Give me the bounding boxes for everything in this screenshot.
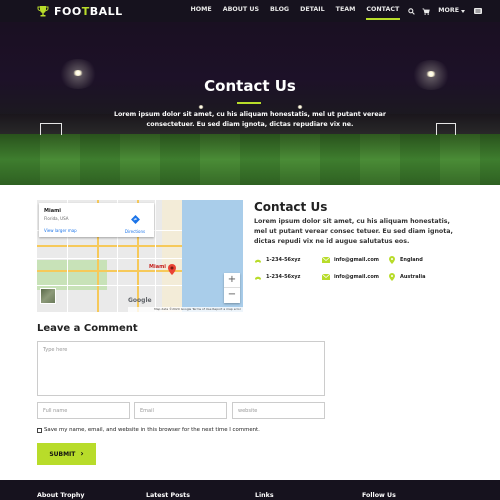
location-pin-icon: [388, 273, 396, 281]
save-info-row: Save my name, email, and website in this…: [37, 427, 260, 433]
footer-heading-links: Links: [255, 492, 274, 499]
search-icon[interactable]: [405, 0, 419, 22]
contact-description: Lorem ipsum dolor sit amet, cu his aliqu…: [254, 218, 453, 245]
nav-detail[interactable]: DETAIL: [295, 0, 331, 22]
nav-more-label: MORE: [438, 7, 460, 14]
stadium-light: [297, 105, 303, 109]
nav-about-us[interactable]: ABOUT US: [217, 0, 264, 22]
save-info-checkbox[interactable]: [37, 427, 42, 433]
directions-icon: [130, 215, 140, 224]
submit-button[interactable]: SUBMIT ›: [37, 443, 96, 465]
contact-email: info@gmail.com: [322, 273, 379, 281]
phone-icon: [254, 273, 262, 281]
contact-location: England: [388, 256, 423, 264]
contact-email: info@gmail.com: [322, 256, 379, 264]
save-info-label: Save my name, email, and website in this…: [44, 427, 260, 433]
stadium-light: [72, 70, 84, 76]
directions-button[interactable]: Directions: [121, 209, 149, 234]
top-navbar: FOOTBALL HOME ABOUT US BLOG DETAIL TEAM …: [0, 0, 500, 22]
nav-blog[interactable]: BLOG: [264, 0, 294, 22]
phone-number: 1-234-56xyz: [266, 274, 301, 280]
location-pin-icon: [388, 256, 396, 264]
nav-home[interactable]: HOME: [185, 0, 217, 22]
chevron-right-icon: ›: [80, 449, 84, 458]
hero-banner: Contact Us Lorem ipsum dolor sit amet, c…: [0, 22, 500, 185]
map-street: [37, 285, 182, 286]
trophy-icon: [37, 6, 49, 17]
brand-name: FOOTBALL: [54, 4, 123, 18]
chevron-down-icon: [461, 9, 466, 13]
stadium-light: [198, 105, 204, 109]
view-larger-map-link[interactable]: View larger map: [44, 228, 77, 233]
submit-label: SUBMIT: [49, 450, 76, 458]
goal-post: [436, 123, 456, 135]
comment-textarea[interactable]: Type here: [37, 341, 325, 396]
map-street: [37, 258, 182, 259]
title-underline: [237, 102, 261, 104]
email-placeholder: Email: [140, 408, 154, 414]
nav-team[interactable]: TEAM: [330, 0, 361, 22]
zoom-in-button[interactable]: +: [224, 273, 240, 288]
satellite-toggle[interactable]: [40, 288, 56, 304]
directions-label: Directions: [124, 229, 146, 234]
location-name: England: [400, 257, 423, 263]
cart-icon[interactable]: [419, 0, 433, 22]
full-name-placeholder: Full name: [43, 408, 68, 414]
contact-location: Australia: [388, 273, 425, 281]
map-street: [155, 200, 156, 312]
map-city-label: Miami: [149, 264, 166, 270]
phone-number: 1-234-56xyz: [266, 257, 301, 263]
hero-description: Lorem ipsum dolor sit amet, cu his aliqu…: [113, 111, 387, 128]
phone-icon: [254, 256, 262, 264]
map-info-card: Miami Florida, USA View larger map Direc…: [39, 203, 154, 237]
page-title: Contact Us: [204, 77, 296, 95]
contact-phone: 1-234-56xyz: [254, 273, 300, 281]
goal-post: [40, 123, 62, 135]
comment-heading: Leave a Comment: [37, 323, 138, 334]
website-placeholder: website: [238, 408, 258, 414]
comment-placeholder: Type here: [43, 347, 68, 353]
contact-heading: Contact Us: [254, 200, 328, 214]
map-road: [37, 245, 182, 247]
website-input[interactable]: website: [232, 402, 325, 419]
full-name-input[interactable]: Full name: [37, 402, 130, 419]
logo[interactable]: FOOTBALL: [36, 4, 123, 18]
menu-icon[interactable]: [471, 0, 485, 22]
envelope-icon: [322, 256, 330, 264]
zoom-out-button[interactable]: −: [224, 288, 240, 303]
location-name: Australia: [400, 274, 426, 280]
contact-phone: 1-234-56xyz: [254, 256, 300, 264]
email-address[interactable]: info@gmail.com: [334, 257, 379, 263]
map-place-region: Florida, USA: [44, 216, 69, 221]
email-address[interactable]: info@gmail.com: [334, 274, 379, 280]
envelope-icon: [322, 273, 330, 281]
map-pin-icon: [168, 264, 176, 275]
main-nav: HOME ABOUT US BLOG DETAIL TEAM CONTACT M…: [185, 0, 485, 22]
pitch-shade: [0, 134, 500, 185]
map-attribution: Map data ©2020 Google Terms of Use Repor…: [128, 307, 243, 312]
nav-contact[interactable]: CONTACT: [361, 0, 405, 22]
map-place-name: Miami: [44, 208, 61, 214]
footer-heading-follow-us: Follow Us: [362, 492, 396, 499]
google-logo: Google: [128, 297, 152, 304]
map-road: [37, 270, 182, 272]
footer-heading-latest-posts: Latest Posts: [146, 492, 190, 499]
footer-heading-about: About Trophy: [37, 492, 85, 499]
email-input[interactable]: Email: [134, 402, 227, 419]
map-zoom-control: + −: [224, 273, 240, 303]
nav-more-dropdown[interactable]: MORE: [433, 0, 471, 22]
